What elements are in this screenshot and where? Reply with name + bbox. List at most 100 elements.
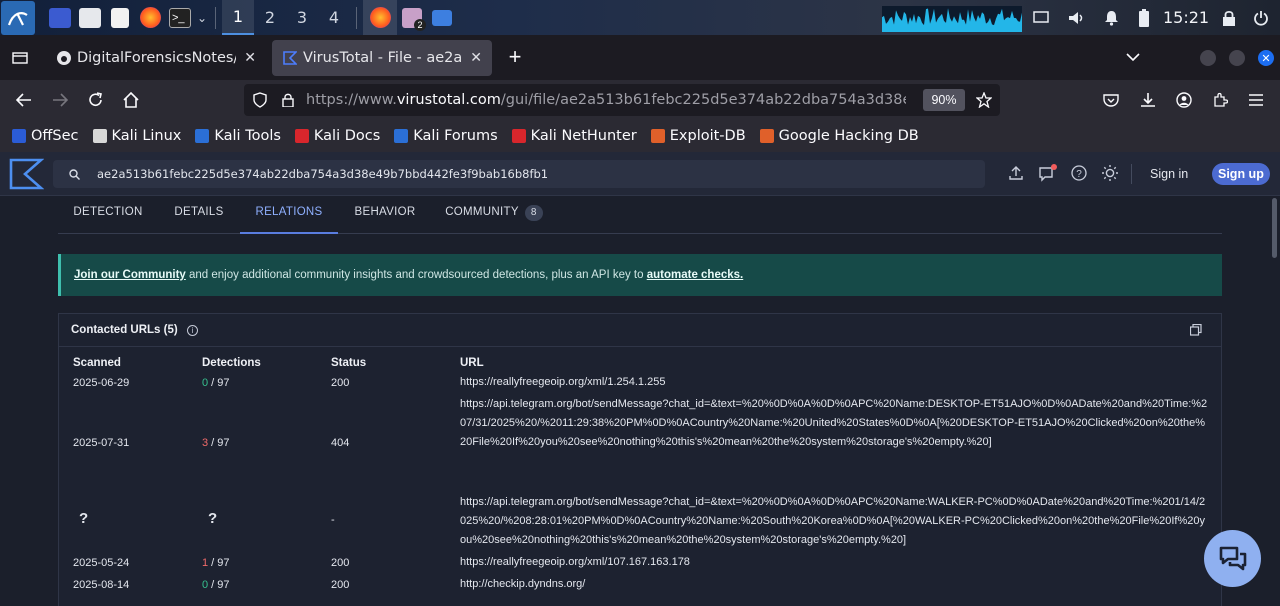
show-desktop-icon[interactable] xyxy=(45,0,75,35)
tab-behavior[interactable]: BEHAVIOR xyxy=(338,196,432,234)
text-editor-icon[interactable] xyxy=(105,0,135,35)
scanned-date: 2025-07-31 xyxy=(73,437,130,449)
pocket-icon[interactable] xyxy=(1097,80,1125,120)
forward-icon[interactable] xyxy=(46,80,74,120)
terminal-icon[interactable]: >_ xyxy=(165,0,195,35)
file-manager-icon[interactable] xyxy=(75,0,105,35)
notifications-bell-icon[interactable] xyxy=(1100,0,1122,35)
chat-support-button[interactable] xyxy=(1204,530,1261,587)
volume-icon[interactable] xyxy=(1065,0,1087,35)
status-code: 200 xyxy=(331,579,350,591)
tab-detection[interactable]: DETECTION xyxy=(58,196,158,234)
column-header-scanned[interactable]: Scanned xyxy=(73,357,121,369)
close-tab-icon[interactable]: ✕ xyxy=(244,50,256,66)
bookmark-star-icon[interactable] xyxy=(970,84,998,116)
maximize-window-button[interactable] xyxy=(1229,50,1245,66)
new-tab-button[interactable]: + xyxy=(501,37,529,77)
contacted-urls-card: Contacted URLs (5) i Scanned Detections … xyxy=(58,313,1222,606)
url-link[interactable]: http://checkip.dyndns.org/ xyxy=(460,575,1210,594)
card-header: Contacted URLs (5) i xyxy=(59,314,1221,347)
clock[interactable]: 15:21 xyxy=(1163,0,1209,35)
lock-icon[interactable] xyxy=(274,84,302,116)
window-count-badge: 2 xyxy=(414,19,426,31)
url-text[interactable]: https://www.virustotal.com/gui/file/ae2a… xyxy=(306,84,906,116)
detection-total: / 97 xyxy=(208,579,230,591)
address-bar[interactable]: https://www.virustotal.com/gui/file/ae2a… xyxy=(244,84,1000,116)
zoom-level-button[interactable]: 90% xyxy=(923,89,965,111)
detection-total: / 97 xyxy=(208,557,230,569)
upload-icon[interactable] xyxy=(1005,162,1027,184)
info-icon[interactable]: i xyxy=(187,325,198,336)
detection-total: / 97 xyxy=(208,437,230,449)
bookmark-label: Kali Tools xyxy=(214,128,281,144)
power-icon[interactable] xyxy=(1250,0,1272,35)
screenshot-app-icon[interactable]: 2 xyxy=(397,0,427,35)
bookmark-kali-nethunter[interactable]: Kali NetHunter xyxy=(511,128,637,144)
help-icon[interactable]: ? xyxy=(1068,162,1090,184)
workspace-1[interactable]: 1 xyxy=(222,0,254,35)
home-icon[interactable] xyxy=(117,80,145,120)
battery-icon[interactable] xyxy=(1133,0,1155,35)
sign-up-button[interactable]: Sign up xyxy=(1212,163,1270,185)
workspace-3[interactable]: 3 xyxy=(286,0,318,35)
detections: 3 / 97 xyxy=(202,437,230,449)
copy-icon[interactable] xyxy=(1190,324,1202,336)
theme-toggle-sun-icon[interactable] xyxy=(1099,162,1121,184)
community-count-badge: 8 xyxy=(524,205,543,221)
search-bar[interactable]: ae2a513b61febc225d5e374ab22dba754a3d38e4… xyxy=(53,160,985,188)
automate-checks-link[interactable]: automate checks. xyxy=(647,269,744,281)
files-window-icon[interactable] xyxy=(427,0,457,35)
scanned-unknown: ? xyxy=(79,510,89,527)
account-icon[interactable] xyxy=(1170,80,1198,120)
firefox-window-icon[interactable] xyxy=(363,0,397,35)
github-icon xyxy=(57,51,71,65)
url-link[interactable]: https://reallyfreegeoip.org/xml/107.167.… xyxy=(460,553,1210,572)
tab-details[interactable]: DETAILS xyxy=(158,196,240,234)
bookmark-kali-forums[interactable]: Kali Forums xyxy=(394,128,498,144)
sign-in-link[interactable]: Sign in xyxy=(1150,152,1188,196)
extensions-icon[interactable] xyxy=(1206,80,1234,120)
back-icon[interactable] xyxy=(10,80,38,120)
column-header-detections[interactable]: Detections xyxy=(202,357,261,369)
detections-unknown: ? xyxy=(208,510,218,527)
tab-digital-forensics-notes[interactable]: DigitalForensicsNotes/for ✕ xyxy=(46,40,266,76)
reload-icon[interactable] xyxy=(82,80,110,120)
bookmark-exploit-db[interactable]: Exploit-DB xyxy=(650,128,746,144)
tab-virustotal[interactable]: VirusTotal - File - ae2a513 ✕ xyxy=(272,40,492,76)
status-code: 200 xyxy=(331,557,350,569)
column-header-status[interactable]: Status xyxy=(331,357,366,369)
minimize-window-button[interactable] xyxy=(1200,50,1216,66)
tab-community[interactable]: COMMUNITY 8 xyxy=(432,196,556,234)
virustotal-logo-icon[interactable] xyxy=(8,157,44,191)
workspace-4[interactable]: 4 xyxy=(318,0,350,35)
bookmark-kali-docs[interactable]: Kali Docs xyxy=(294,128,380,144)
lock-icon[interactable] xyxy=(1218,0,1240,35)
join-community-link[interactable]: Join our Community xyxy=(74,269,186,281)
kali-tools-icon xyxy=(195,129,210,143)
bookmark-kali-tools[interactable]: Kali Tools xyxy=(195,128,281,144)
screen-icon[interactable] xyxy=(1030,0,1052,35)
close-tab-icon[interactable]: ✕ xyxy=(470,50,482,66)
chat-notification-icon[interactable] xyxy=(1037,162,1059,184)
tab-overview-icon[interactable] xyxy=(6,37,34,77)
close-window-button[interactable]: ✕ xyxy=(1258,50,1274,66)
kali-menu-icon[interactable] xyxy=(1,0,35,35)
tab-relations[interactable]: RELATIONS xyxy=(240,196,338,234)
status-code: - xyxy=(331,514,335,526)
chevron-down-icon[interactable]: ⌄ xyxy=(195,0,209,35)
bookmark-offsec[interactable]: OffSec xyxy=(12,128,79,144)
bookmark-kali-linux[interactable]: Kali Linux xyxy=(92,128,181,144)
list-all-tabs-icon[interactable] xyxy=(1119,37,1147,77)
url-link[interactable]: https://reallyfreegeoip.org/xml/1.254.1.… xyxy=(460,373,1210,392)
url-link[interactable]: https://api.telegram.org/bot/sendMessage… xyxy=(460,395,1210,452)
menu-icon[interactable] xyxy=(1242,80,1270,120)
url-link[interactable]: https://api.telegram.org/bot/sendMessage… xyxy=(460,493,1210,550)
search-query[interactable]: ae2a513b61febc225d5e374ab22dba754a3d38e4… xyxy=(97,160,548,188)
workspace-2[interactable]: 2 xyxy=(254,0,286,35)
shield-icon[interactable] xyxy=(246,84,274,116)
bookmark-google-hacking-db[interactable]: Google Hacking DB xyxy=(759,128,919,144)
column-header-url[interactable]: URL xyxy=(460,357,484,369)
page-scrollbar[interactable] xyxy=(1272,198,1277,258)
firefox-icon[interactable] xyxy=(135,0,165,35)
downloads-icon[interactable] xyxy=(1134,80,1162,120)
